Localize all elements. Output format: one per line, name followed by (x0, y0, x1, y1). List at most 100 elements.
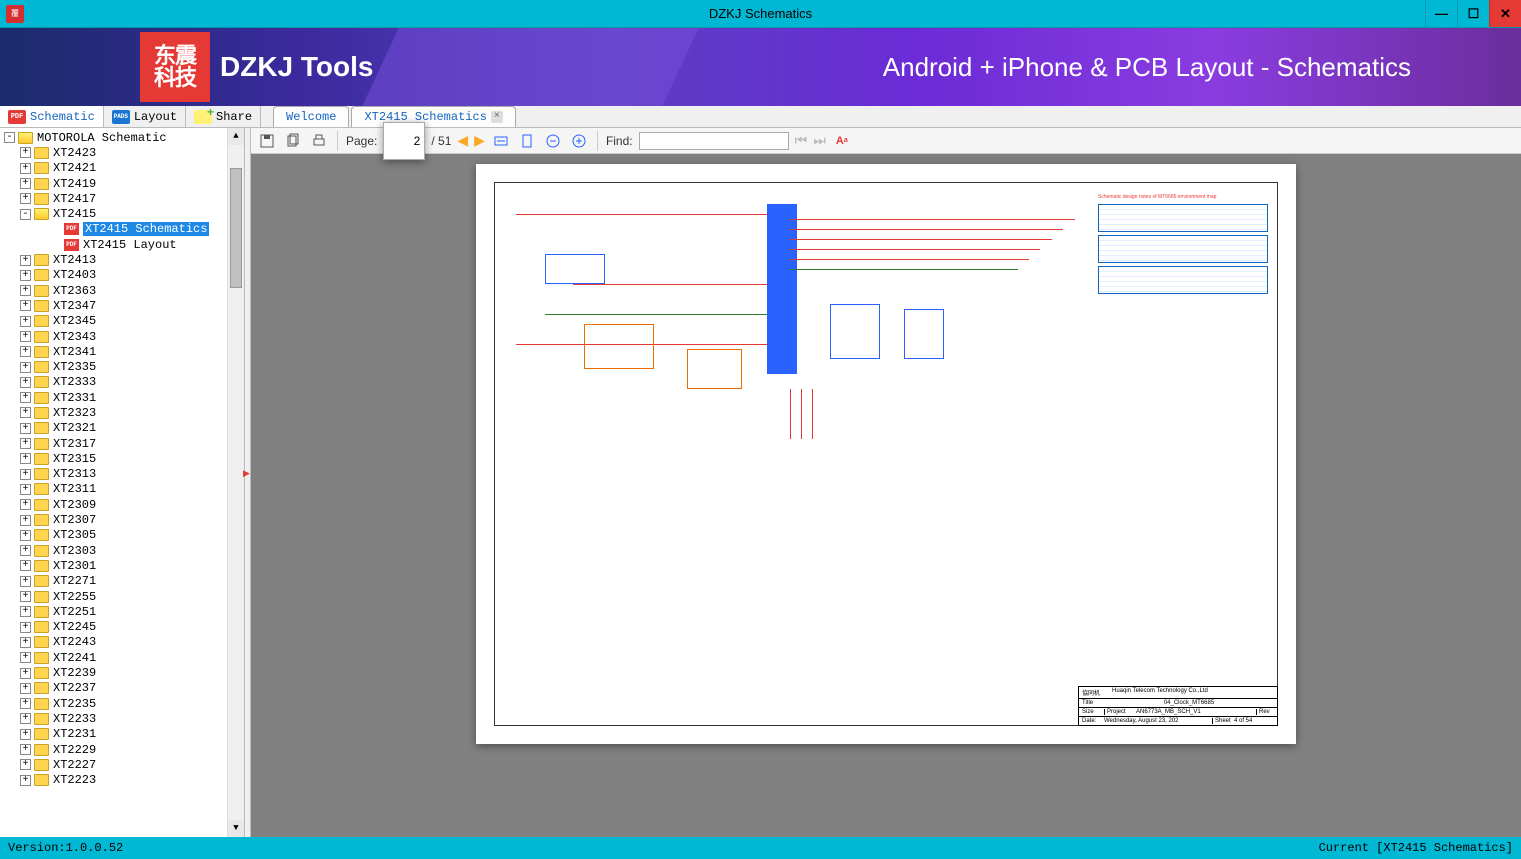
tree-node-xt2347[interactable]: +XT2347 (0, 298, 244, 313)
tree-node-xt2229[interactable]: +XT2229 (0, 742, 244, 757)
tree-node-xt2343[interactable]: +XT2343 (0, 329, 244, 344)
collapse-icon[interactable]: - (20, 209, 31, 220)
fit-width-icon[interactable] (491, 131, 511, 151)
doc-tab-welcome[interactable]: Welcome (273, 106, 349, 127)
expand-icon[interactable]: + (20, 255, 31, 266)
tree-node-xt2303[interactable]: +XT2303 (0, 543, 244, 558)
text-size-icon[interactable]: Aa (832, 131, 852, 151)
tree-node-xt2415-schematics[interactable]: PDFXT2415 Schematics (0, 222, 244, 237)
tree-node-xt2237[interactable]: +XT2237 (0, 681, 244, 696)
expand-icon[interactable]: + (20, 744, 31, 755)
expand-icon[interactable]: + (20, 469, 31, 480)
tree-node-motorola-schematic[interactable]: -MOTOROLA Schematic (0, 130, 244, 145)
expand-icon[interactable]: + (20, 331, 31, 342)
tree-node-xt2413[interactable]: +XT2413 (0, 252, 244, 267)
fit-page-icon[interactable] (517, 131, 537, 151)
expand-icon[interactable]: + (20, 530, 31, 541)
tree-node-xt2419[interactable]: +XT2419 (0, 176, 244, 191)
splitter-handle[interactable] (245, 128, 251, 837)
tree-node-xt2245[interactable]: +XT2245 (0, 620, 244, 635)
expand-icon[interactable]: + (20, 163, 31, 174)
tree-node-xt2323[interactable]: +XT2323 (0, 405, 244, 420)
expand-icon[interactable]: + (20, 362, 31, 373)
expand-icon[interactable]: + (20, 606, 31, 617)
expand-icon[interactable]: + (20, 423, 31, 434)
page-input[interactable] (383, 122, 425, 160)
tree-node-xt2307[interactable]: +XT2307 (0, 512, 244, 527)
tree-node-xt2335[interactable]: +XT2335 (0, 359, 244, 374)
expand-icon[interactable]: + (20, 392, 31, 403)
scroll-up-icon[interactable]: ▲ (228, 128, 244, 145)
scroll-thumb[interactable] (230, 168, 242, 288)
expand-icon[interactable]: + (20, 622, 31, 633)
tree-node-xt2235[interactable]: +XT2235 (0, 696, 244, 711)
tree-node-xt2415-layout[interactable]: PDFXT2415 Layout (0, 237, 244, 252)
expand-icon[interactable]: + (20, 729, 31, 740)
collapse-icon[interactable]: - (4, 132, 15, 143)
expand-icon[interactable]: + (20, 560, 31, 571)
sidebar-tab-layout[interactable]: PADSLayout (104, 106, 186, 127)
expand-icon[interactable]: + (20, 407, 31, 418)
tree-node-xt2311[interactable]: +XT2311 (0, 482, 244, 497)
save-icon[interactable] (257, 131, 277, 151)
expand-icon[interactable]: + (20, 346, 31, 357)
tree-node-xt2313[interactable]: +XT2313 (0, 467, 244, 482)
tree-node-xt2305[interactable]: +XT2305 (0, 528, 244, 543)
scroll-down-icon[interactable]: ▼ (228, 820, 244, 837)
tree-view[interactable]: -MOTOROLA Schematic +XT2423+XT2421+XT241… (0, 128, 244, 837)
expand-icon[interactable]: + (20, 285, 31, 296)
tree-node-xt2317[interactable]: +XT2317 (0, 436, 244, 451)
tree-node-xt2301[interactable]: +XT2301 (0, 558, 244, 573)
expand-icon[interactable]: + (20, 591, 31, 602)
expand-icon[interactable]: + (20, 147, 31, 158)
expand-icon[interactable]: + (20, 759, 31, 770)
pdf-viewer[interactable]: Schematic design notes of MT6685 environ… (251, 154, 1521, 837)
tree-node-xt2255[interactable]: +XT2255 (0, 589, 244, 604)
expand-icon[interactable]: + (20, 515, 31, 526)
sidebar-tab-schematic[interactable]: PDFSchematic (0, 106, 104, 127)
expand-icon[interactable]: + (20, 438, 31, 449)
tree-node-xt2243[interactable]: +XT2243 (0, 635, 244, 650)
expand-icon[interactable]: + (20, 377, 31, 388)
expand-icon[interactable]: + (20, 316, 31, 327)
tree-node-xt2403[interactable]: +XT2403 (0, 268, 244, 283)
expand-icon[interactable]: + (20, 484, 31, 495)
tree-node-xt2231[interactable]: +XT2231 (0, 727, 244, 742)
tree-scrollbar[interactable]: ▲ ▼ (227, 128, 244, 837)
expand-icon[interactable]: + (20, 637, 31, 648)
tree-node-xt2251[interactable]: +XT2251 (0, 604, 244, 619)
expand-icon[interactable]: + (20, 668, 31, 679)
next-page-icon[interactable]: ▶ (474, 132, 485, 149)
tree-node-xt2233[interactable]: +XT2233 (0, 711, 244, 726)
tree-node-xt2241[interactable]: +XT2241 (0, 650, 244, 665)
expand-icon[interactable]: + (20, 713, 31, 724)
expand-icon[interactable]: + (20, 178, 31, 189)
minimize-button[interactable]: — (1425, 0, 1457, 27)
expand-icon[interactable]: + (20, 453, 31, 464)
tree-node-xt2333[interactable]: +XT2333 (0, 375, 244, 390)
find-input[interactable] (639, 132, 789, 150)
tree-node-xt2421[interactable]: +XT2421 (0, 161, 244, 176)
expand-icon[interactable]: + (20, 300, 31, 311)
tree-node-xt2415[interactable]: -XT2415 (0, 206, 244, 221)
maximize-button[interactable]: ☐ (1457, 0, 1489, 27)
expand-icon[interactable]: + (20, 652, 31, 663)
tree-node-xt2345[interactable]: +XT2345 (0, 314, 244, 329)
tree-node-xt2239[interactable]: +XT2239 (0, 665, 244, 680)
tree-node-xt2309[interactable]: +XT2309 (0, 497, 244, 512)
expand-icon[interactable]: + (20, 499, 31, 510)
tree-node-xt2331[interactable]: +XT2331 (0, 390, 244, 405)
doc-tab-xt2415-schematics[interactable]: XT2415 Schematics× (351, 106, 515, 127)
find-next-icon[interactable]: ⏭ (813, 132, 826, 149)
tree-node-xt2363[interactable]: +XT2363 (0, 283, 244, 298)
tree-node-xt2271[interactable]: +XT2271 (0, 574, 244, 589)
zoom-out-icon[interactable] (543, 131, 563, 151)
tree-node-xt2423[interactable]: +XT2423 (0, 145, 244, 160)
expand-icon[interactable]: + (20, 683, 31, 694)
tree-node-xt2223[interactable]: +XT2223 (0, 772, 244, 787)
expand-icon[interactable]: + (20, 698, 31, 709)
tree-node-xt2341[interactable]: +XT2341 (0, 344, 244, 359)
tree-node-xt2321[interactable]: +XT2321 (0, 421, 244, 436)
zoom-in-icon[interactable] (569, 131, 589, 151)
expand-icon[interactable]: + (20, 193, 31, 204)
